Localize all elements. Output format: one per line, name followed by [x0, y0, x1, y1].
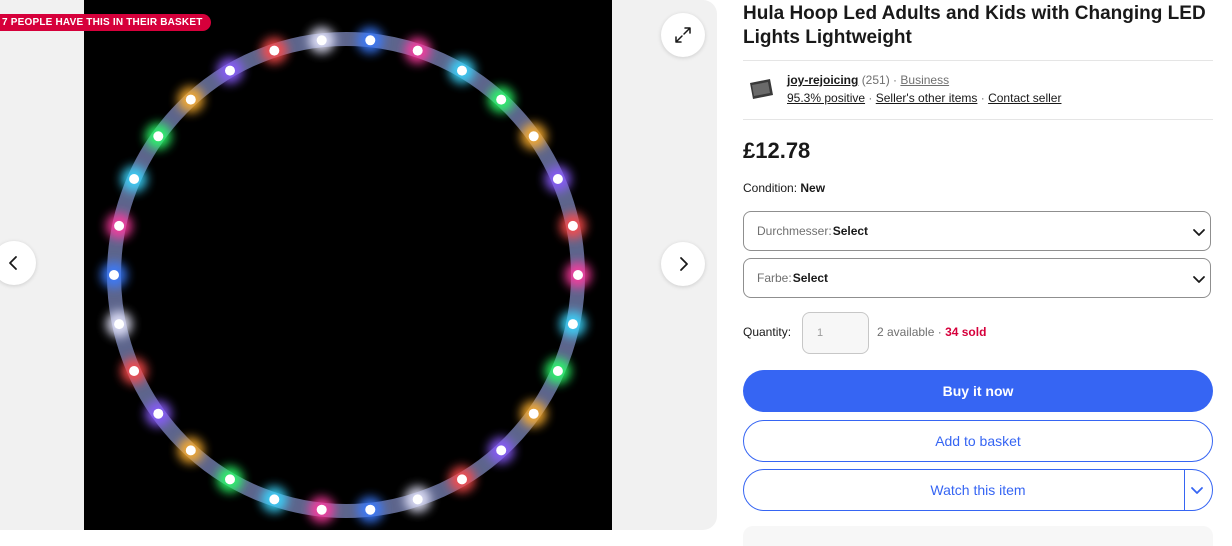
sold-count: 34 sold	[945, 325, 987, 339]
item-price: £12.78	[743, 138, 811, 163]
chevron-right-icon	[680, 257, 688, 271]
quantity-label: Quantity:	[743, 325, 792, 339]
led-hoop-illustration	[101, 27, 591, 523]
led-light	[412, 494, 423, 505]
led-light	[109, 270, 119, 280]
seller-type-link[interactable]: Business	[900, 73, 949, 87]
color-select-value: Select	[792, 271, 829, 285]
item-title: Hula Hoop Led Adults and Kids with Chang…	[743, 3, 1206, 48]
color-select[interactable]: Farbe: Select	[743, 258, 1211, 298]
diameter-select[interactable]: Durchmesser: Select	[743, 211, 1211, 251]
separator-dot: ·	[980, 91, 985, 105]
led-light	[496, 445, 507, 456]
divider	[743, 119, 1213, 120]
led-light	[457, 65, 467, 76]
chevron-down-icon	[1193, 276, 1205, 283]
watch-item-button[interactable]: Watch this item	[743, 469, 1213, 511]
seller-feedback-count: (251)	[861, 73, 890, 87]
listing-panel: Hula Hoop Led Adults and Kids with Chang…	[743, 0, 1232, 546]
previous-image-button[interactable]	[0, 241, 36, 285]
led-light	[269, 494, 280, 505]
led-light	[567, 319, 578, 330]
led-light	[114, 319, 125, 330]
add-to-basket-button[interactable]: Add to basket	[743, 420, 1213, 462]
led-light	[528, 408, 539, 419]
diameter-select-label: Durchmesser:	[757, 224, 832, 238]
led-light	[365, 35, 376, 46]
image-gallery: 7 PEOPLE HAVE THIS IN THEIR BASKET	[0, 0, 717, 530]
seller-name-link[interactable]: joy-rejoicing	[787, 73, 858, 87]
seller-positive-link[interactable]: 95.3% positive	[787, 91, 865, 105]
divider	[743, 60, 1213, 61]
led-light	[153, 131, 164, 142]
led-light	[412, 45, 423, 56]
led-light	[496, 94, 507, 105]
led-light	[185, 94, 196, 105]
seller-other-items-link[interactable]: Seller's other items	[876, 91, 978, 105]
led-light	[316, 35, 327, 46]
chevron-down-icon	[1193, 229, 1205, 236]
led-light	[528, 131, 539, 142]
quantity-input[interactable]	[802, 312, 869, 354]
expand-image-button[interactable]	[661, 13, 705, 57]
expand-icon	[675, 27, 691, 43]
led-light	[185, 445, 196, 456]
led-light	[316, 504, 327, 515]
separator-dot: ·	[868, 91, 873, 105]
watch-options-chevron-icon[interactable]	[1190, 483, 1204, 497]
info-card	[743, 526, 1213, 546]
led-light	[129, 366, 140, 376]
product-image[interactable]	[84, 0, 612, 530]
diameter-select-value: Select	[832, 224, 869, 238]
basket-count-badge: 7 PEOPLE HAVE THIS IN THEIR BASKET	[0, 14, 211, 31]
seller-avatar[interactable]	[747, 77, 775, 101]
buy-it-now-button[interactable]: Buy it now	[743, 370, 1213, 412]
condition-label: Condition:	[743, 181, 798, 195]
led-light	[573, 270, 583, 280]
contact-seller-link[interactable]: Contact seller	[988, 91, 1061, 105]
chevron-left-icon	[9, 256, 17, 270]
seller-links: 95.3% positive · Seller's other items · …	[787, 91, 1061, 105]
led-light	[225, 474, 235, 485]
item-condition: Condition: New	[743, 181, 825, 195]
available-count: 2 available	[877, 325, 935, 339]
color-select-label: Farbe:	[757, 271, 792, 285]
led-light	[225, 65, 235, 76]
next-image-button[interactable]	[661, 242, 705, 286]
led-light	[567, 220, 578, 231]
led-light	[153, 408, 164, 419]
led-light	[552, 366, 563, 376]
separator-dot: ·	[937, 325, 946, 339]
watch-split-divider	[1184, 469, 1185, 511]
separator-dot: ·	[893, 73, 898, 87]
quantity-availability: 2 available · 34 sold	[877, 325, 986, 339]
led-light	[552, 174, 563, 184]
seller-info: joy-rejoicing (251) · Business	[787, 73, 949, 87]
condition-value: New	[800, 181, 826, 195]
led-light	[269, 45, 280, 56]
led-light	[114, 220, 125, 231]
led-light	[365, 504, 376, 515]
led-light	[457, 474, 467, 485]
led-light	[129, 174, 140, 184]
